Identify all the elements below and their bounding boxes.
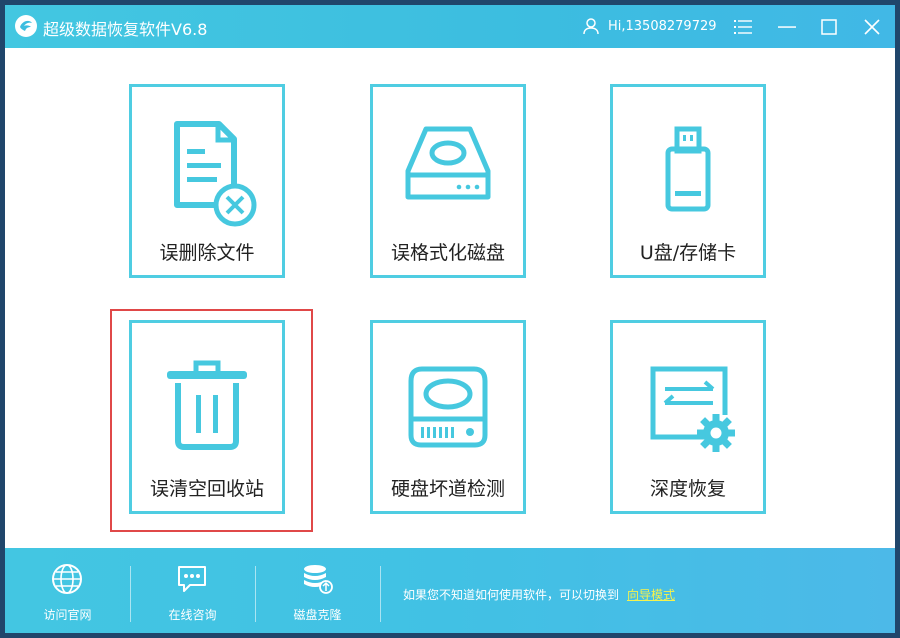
app-title: 超级数据恢复软件V6.8 xyxy=(43,20,208,39)
minimize-icon[interactable] xyxy=(776,16,798,38)
card-label: 硬盘坏道检测 xyxy=(390,478,505,500)
card-bad-sector-check[interactable]: 硬盘坏道检测 xyxy=(370,320,526,514)
deleted-file-icon xyxy=(174,121,257,227)
card-label: 误格式化磁盘 xyxy=(390,242,505,264)
disk-clone-button[interactable]: 磁盘克隆 xyxy=(255,548,380,633)
card-recycle-bin[interactable]: 误清空回收站 xyxy=(129,320,285,514)
tool-label: 在线咨询 xyxy=(168,608,217,622)
trash-bin-icon xyxy=(167,360,247,450)
close-icon[interactable] xyxy=(861,16,883,38)
help-hint-text: 如果您不知道如何使用软件，可以切换到 xyxy=(403,588,620,602)
app-window: 超级数据恢复软件V6.8 Hi,13508279729 误删除文件 误格式化磁盘… xyxy=(5,5,895,633)
card-label: 误删除文件 xyxy=(159,242,255,264)
card-usb-storage[interactable]: U盘/存储卡 xyxy=(610,84,766,278)
user-icon[interactable] xyxy=(582,17,600,35)
visit-website-button[interactable]: 访问官网 xyxy=(5,548,130,633)
card-label: 深度恢复 xyxy=(649,478,726,500)
usb-drive-icon xyxy=(665,126,711,212)
globe-icon xyxy=(52,564,82,594)
maximize-icon[interactable] xyxy=(818,16,840,38)
deep-recovery-icon xyxy=(650,366,735,452)
card-deleted-files[interactable]: 误删除文件 xyxy=(129,84,285,278)
chat-icon xyxy=(178,566,206,592)
wizard-mode-link[interactable]: 向导模式 xyxy=(627,586,675,603)
online-consult-button[interactable]: 在线咨询 xyxy=(130,548,255,633)
menu-icon[interactable] xyxy=(732,16,754,38)
user-name[interactable]: Hi,13508279729 xyxy=(608,19,717,34)
divider xyxy=(380,566,381,622)
tool-label: 访问官网 xyxy=(43,608,92,622)
hard-disk-icon xyxy=(405,126,491,200)
title-bar: 超级数据恢复软件V6.8 Hi,13508279729 xyxy=(5,5,895,48)
card-formatted-disk[interactable]: 误格式化磁盘 xyxy=(370,84,526,278)
disk-clone-icon xyxy=(304,565,333,594)
card-label: 误清空回收站 xyxy=(149,478,264,500)
bottom-toolbar: 访问官网 在线咨询 磁盘克隆 如果您不知道如何使用软件，可以切换到 向导模式 xyxy=(5,548,895,633)
app-logo-icon xyxy=(15,15,37,37)
disk-scan-icon xyxy=(408,366,488,448)
card-deep-recovery[interactable]: 深度恢复 xyxy=(610,320,766,514)
tool-label: 磁盘克隆 xyxy=(293,608,342,622)
card-label: U盘/存储卡 xyxy=(639,242,737,264)
